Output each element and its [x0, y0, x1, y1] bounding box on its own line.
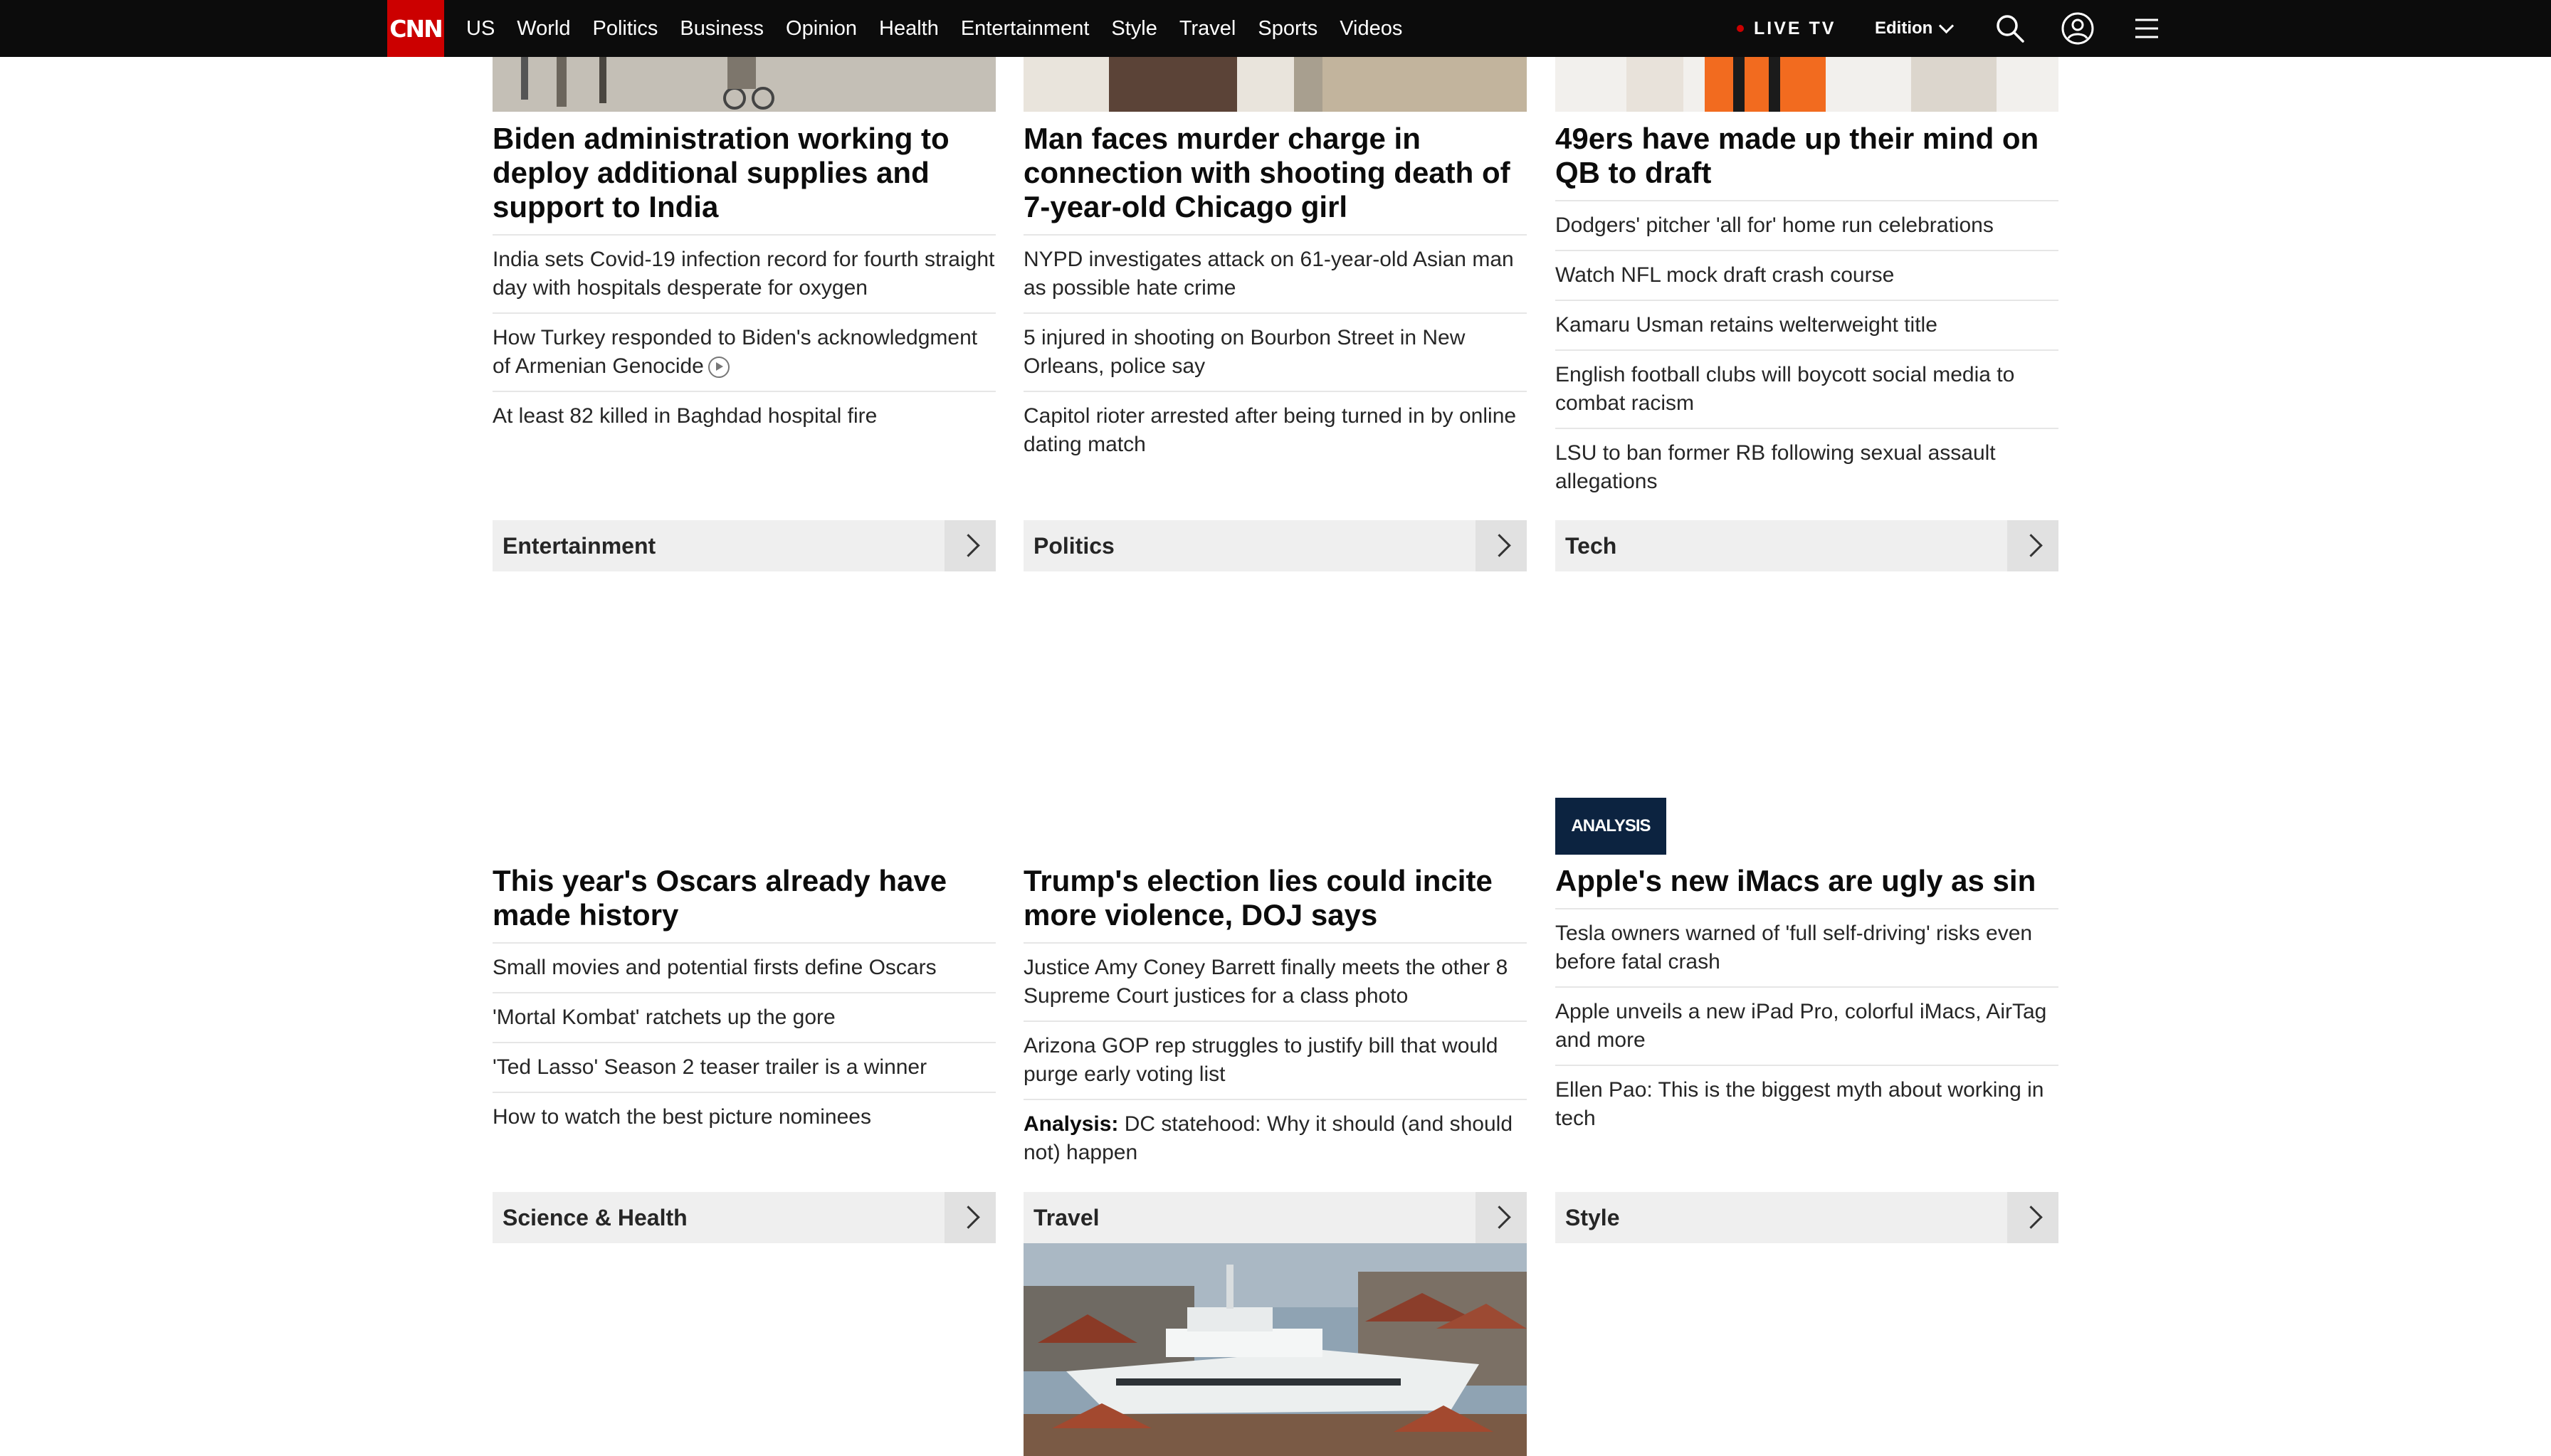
tech-story-group: Apple's new iMacs are ugly as sin Tesla … — [1555, 864, 2058, 1143]
politics-story-group: Trump's election lies could incite more … — [1024, 864, 1527, 1177]
nav-links: US World Politics Business Opinion Healt… — [466, 0, 1424, 57]
list-item[interactable]: 5 injured in shooting on Bourbon Street … — [1024, 312, 1527, 391]
section-label: Travel — [1033, 1205, 1100, 1230]
menu-icon[interactable] — [2130, 11, 2164, 46]
section-label: Entertainment — [503, 533, 656, 559]
headline-biden-india[interactable]: Biden administration working to deploy a… — [493, 122, 996, 224]
entertainment-related-list: Small movies and potential firsts define… — [493, 942, 996, 1141]
headline-oscars[interactable]: This year's Oscars already have made his… — [493, 864, 996, 932]
us-story-group: Man faces murder charge in connection wi… — [1024, 122, 1527, 469]
section-bar-science-health[interactable]: Science & Health — [493, 1192, 996, 1243]
sports-related-list: Dodgers' pitcher 'all for' home run cele… — [1555, 200, 2058, 506]
live-tv-link[interactable]: LIVE TV — [1737, 0, 1836, 57]
live-dot-icon — [1737, 25, 1744, 32]
list-item[interactable]: English football clubs will boycott soci… — [1555, 349, 2058, 428]
section-bar-politics[interactable]: Politics — [1024, 520, 1527, 571]
list-item[interactable]: India sets Covid-19 infection record for… — [493, 234, 996, 312]
nav-link-world[interactable]: World — [517, 17, 570, 41]
section-bar-entertainment[interactable]: Entertainment — [493, 520, 996, 571]
list-item[interactable]: LSU to ban former RB following sexual as… — [1555, 428, 2058, 506]
nav-link-business[interactable]: Business — [680, 17, 764, 41]
chevron-right-icon[interactable] — [945, 1192, 996, 1243]
entertainment-story-group: This year's Oscars already have made his… — [493, 864, 996, 1141]
list-item[interactable]: 'Ted Lasso' Season 2 teaser trailer is a… — [493, 1042, 996, 1092]
tech-related-list: Tesla owners warned of 'full self-drivin… — [1555, 908, 2058, 1143]
list-item-text: How Turkey responded to Biden's acknowle… — [493, 326, 978, 378]
story-image-yacht[interactable] — [1024, 1243, 1527, 1456]
nav-link-politics[interactable]: Politics — [593, 17, 658, 41]
top-nav: CNN US World Politics Business Opinion H… — [0, 0, 2551, 57]
list-item[interactable]: At least 82 killed in Baghdad hospital f… — [493, 391, 996, 441]
list-item[interactable]: NYPD investigates attack on 61-year-old … — [1024, 234, 1527, 312]
us-related-list: NYPD investigates attack on 61-year-old … — [1024, 234, 1527, 469]
story-image-india[interactable] — [493, 57, 996, 112]
politics-related-list: Justice Amy Coney Barrett finally meets … — [1024, 942, 1527, 1177]
world-story-group: Biden administration working to deploy a… — [493, 122, 996, 441]
nav-link-style[interactable]: Style — [1111, 17, 1157, 41]
account-icon[interactable] — [2061, 11, 2095, 46]
list-item[interactable]: Watch NFL mock draft crash course — [1555, 250, 2058, 300]
story-image-chicago[interactable] — [1024, 57, 1527, 112]
section-label: Style — [1565, 1205, 1620, 1230]
nav-link-sports[interactable]: Sports — [1258, 17, 1317, 41]
analysis-badge: ANALYSIS — [1555, 798, 1666, 855]
list-item[interactable]: Tesla owners warned of 'full self-drivin… — [1555, 908, 2058, 986]
list-item[interactable]: Kamaru Usman retains welterweight title — [1555, 300, 2058, 349]
list-item[interactable]: Ellen Pao: This is the biggest myth abou… — [1555, 1065, 2058, 1143]
list-item[interactable]: Capitol rioter arrested after being turn… — [1024, 391, 1527, 469]
list-item[interactable]: Small movies and potential firsts define… — [493, 942, 996, 992]
headline-imacs[interactable]: Apple's new iMacs are ugly as sin — [1555, 864, 2058, 898]
world-related-list: India sets Covid-19 infection record for… — [493, 234, 996, 441]
list-item[interactable]: Dodgers' pitcher 'all for' home run cele… — [1555, 200, 2058, 250]
search-icon[interactable] — [1993, 11, 2027, 46]
section-label: Tech — [1565, 533, 1617, 559]
headline-chicago[interactable]: Man faces murder charge in connection wi… — [1024, 122, 1527, 224]
section-bar-travel[interactable]: Travel — [1024, 1192, 1527, 1243]
edition-dropdown[interactable]: Edition — [1875, 0, 1955, 57]
chevron-down-icon — [1939, 18, 1955, 33]
cnn-logo[interactable]: CNN — [387, 0, 444, 57]
list-item[interactable]: Apple unveils a new iPad Pro, colorful i… — [1555, 986, 2058, 1065]
nav-link-us[interactable]: US — [466, 17, 495, 41]
play-video-icon — [708, 357, 730, 379]
list-item[interactable]: How Turkey responded to Biden's acknowle… — [493, 312, 996, 391]
edition-label: Edition — [1875, 19, 1933, 38]
list-item[interactable]: Arizona GOP rep struggles to justify bil… — [1024, 1020, 1527, 1099]
list-item[interactable]: How to watch the best picture nominees — [493, 1092, 996, 1141]
section-bar-style[interactable]: Style — [1555, 1192, 2058, 1243]
sports-story-group: 49ers have made up their mind on QB to d… — [1555, 122, 2058, 506]
nav-link-videos[interactable]: Videos — [1340, 17, 1402, 41]
live-tv-label: LIVE TV — [1754, 18, 1836, 38]
analysis-prefix: Analysis: — [1024, 1112, 1119, 1136]
nav-link-opinion[interactable]: Opinion — [786, 17, 857, 41]
chevron-right-icon[interactable] — [1476, 520, 1527, 571]
headline-trump-doj[interactable]: Trump's election lies could incite more … — [1024, 864, 1527, 932]
section-label: Science & Health — [503, 1205, 688, 1230]
nav-link-health[interactable]: Health — [879, 17, 939, 41]
chevron-right-icon[interactable] — [2007, 520, 2058, 571]
chevron-right-icon[interactable] — [1476, 1192, 1527, 1243]
list-item[interactable]: Justice Amy Coney Barrett finally meets … — [1024, 942, 1527, 1020]
nav-link-travel[interactable]: Travel — [1179, 17, 1236, 41]
section-label: Politics — [1033, 533, 1115, 559]
nav-link-entertainment[interactable]: Entertainment — [961, 17, 1090, 41]
section-bar-tech[interactable]: Tech — [1555, 520, 2058, 571]
chevron-right-icon[interactable] — [945, 520, 996, 571]
list-item[interactable]: 'Mortal Kombat' ratchets up the gore — [493, 992, 996, 1042]
story-image-49ers[interactable] — [1555, 57, 2058, 112]
chevron-right-icon[interactable] — [2007, 1192, 2058, 1243]
list-item[interactable]: Analysis: DC statehood: Why it should (a… — [1024, 1099, 1527, 1177]
headline-49ers[interactable]: 49ers have made up their mind on QB to d… — [1555, 122, 2058, 190]
